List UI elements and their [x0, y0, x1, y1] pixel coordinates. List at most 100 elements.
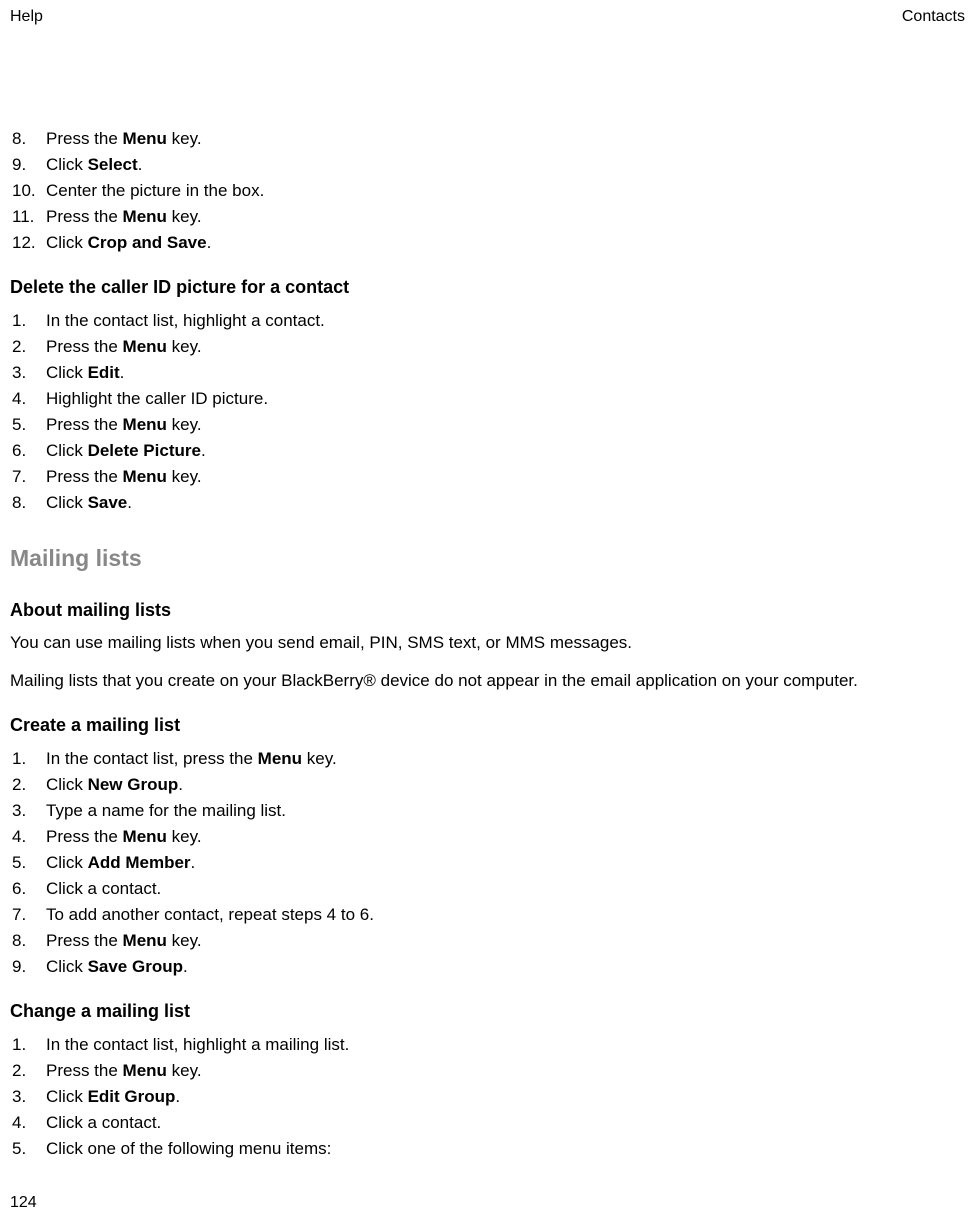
list-item-text: Press the Menu key.: [38, 412, 202, 437]
list-item-text-bold: Menu: [123, 207, 167, 226]
heading-create-mailing-list: Create a mailing list: [10, 715, 965, 736]
page-header: Help Contacts: [0, 0, 975, 26]
heading-change-mailing-list: Change a mailing list: [10, 1001, 965, 1022]
list-item-text: Center the picture in the box.: [38, 178, 264, 203]
list-item-text-post: .: [175, 1087, 180, 1106]
list-item-text: Click Delete Picture.: [38, 438, 206, 463]
list-item-text-pre: Press the: [46, 337, 123, 356]
list-item-text: Click Add Member.: [38, 850, 195, 875]
list-item-text-pre: Click: [46, 957, 88, 976]
list-item-text-pre: Click one of the following menu items:: [46, 1139, 331, 1158]
list-item-text: Click Save.: [38, 490, 132, 515]
list-item-number: 3.: [10, 1084, 38, 1109]
list-item-text-pre: Highlight the caller ID picture.: [46, 389, 268, 408]
list-item-text: To add another contact, repeat steps 4 t…: [38, 902, 374, 927]
list-item-number: 1.: [10, 308, 38, 333]
heading-mailing-lists: Mailing lists: [10, 545, 965, 572]
list-item-text-bold: Menu: [123, 415, 167, 434]
list-item-text-pre: Press the: [46, 415, 123, 434]
list-item: 8.Press the Menu key.: [10, 928, 965, 953]
list-item: 5.Click Add Member.: [10, 850, 965, 875]
list-item-text-bold: Delete Picture: [88, 441, 201, 460]
list-item-text-pre: In the contact list, press the: [46, 749, 258, 768]
list-item-text: Press the Menu key.: [38, 334, 202, 359]
list-item-number: 2.: [10, 772, 38, 797]
list-item-number: 8.: [10, 928, 38, 953]
list-item-number: 8.: [10, 126, 38, 151]
list-item-number: 8.: [10, 490, 38, 515]
list-item-text: Click New Group.: [38, 772, 183, 797]
list-item: 4. Click a contact.: [10, 1110, 965, 1135]
list-item-number: 3.: [10, 360, 38, 385]
list-item: 3.Click Edit.: [10, 360, 965, 385]
list-item: 10. Center the picture in the box.: [10, 178, 965, 203]
list-item-text-bold: Edit Group: [88, 1087, 176, 1106]
paragraph-1: You can use mailing lists when you send …: [10, 631, 965, 655]
list-item-text-pre: Press the: [46, 207, 123, 226]
list-item-number: 10.: [10, 178, 38, 203]
list-item-number: 12.: [10, 230, 38, 255]
list-item-text-pre: Press the: [46, 1061, 123, 1080]
list-item-text: Click a contact.: [38, 876, 161, 901]
list-item-number: 9.: [10, 152, 38, 177]
list-item: 1. In the contact list, highlight a conta…: [10, 308, 965, 333]
list-item-text-pre: Click: [46, 853, 88, 872]
list-item-number: 3.: [10, 798, 38, 823]
numbered-list-3: 1.In the contact list, press the Menu ke…: [10, 746, 965, 979]
numbered-list-2: 1. In the contact list, highlight a conta…: [10, 308, 965, 515]
list-item-text-bold: Menu: [258, 749, 302, 768]
list-item: 8.Click Save.: [10, 490, 965, 515]
list-item-text-post: .: [201, 441, 206, 460]
heading-about-mailing-lists: About mailing lists: [10, 600, 965, 621]
list-item-text-pre: Center the picture in the box.: [46, 181, 264, 200]
list-item-number: 5.: [10, 1136, 38, 1161]
list-item-text-bold: Crop and Save: [88, 233, 207, 252]
list-item-text-pre: Click a contact.: [46, 1113, 161, 1132]
list-item-text-post: .: [178, 775, 183, 794]
header-right: Contacts: [902, 8, 965, 26]
list-item-text: Click a contact.: [38, 1110, 161, 1135]
list-item-number: 11.: [10, 204, 38, 229]
list-item-text-pre: Press the: [46, 129, 123, 148]
list-item-text-post: key.: [167, 129, 202, 148]
list-item-text-pre: Press the: [46, 827, 123, 846]
list-item-number: 9.: [10, 954, 38, 979]
list-item-text-bold: Menu: [123, 129, 167, 148]
list-item-text-pre: Press the: [46, 931, 123, 950]
list-item-text-pre: Type a name for the mailing list.: [46, 801, 286, 820]
page-content: 8.Press the Menu key.9.Click Select.10.C…: [0, 26, 975, 1161]
list-item-text-pre: Click a contact.: [46, 879, 161, 898]
list-item: 2.Press the Menu key.: [10, 1058, 965, 1083]
list-item-text: Click one of the following menu items:: [38, 1136, 331, 1161]
list-item-text: Click Edit.: [38, 360, 124, 385]
list-item-text: In the contact list, highlight a mailing…: [38, 1032, 349, 1057]
list-item: 2.Click New Group.: [10, 772, 965, 797]
list-item: 9.Click Save Group.: [10, 954, 965, 979]
paragraph-2: Mailing lists that you create on your Bl…: [10, 669, 965, 693]
list-item-number: 4.: [10, 1110, 38, 1135]
list-item: 3. Type a name for the mailing list.: [10, 798, 965, 823]
list-item-text-bold: Menu: [123, 827, 167, 846]
list-item-text: Press the Menu key.: [38, 204, 202, 229]
list-item-text-post: key.: [302, 749, 337, 768]
list-item-text-bold: Menu: [123, 467, 167, 486]
list-item-text: In the contact list, highlight a contact…: [38, 308, 325, 333]
list-item-number: 4.: [10, 386, 38, 411]
header-left: Help: [10, 8, 43, 26]
list-item: 1.In the contact list, highlight a maili…: [10, 1032, 965, 1057]
list-item-text: In the contact list, press the Menu key.: [38, 746, 337, 771]
list-item-number: 5.: [10, 412, 38, 437]
list-item-text: Press the Menu key.: [38, 464, 202, 489]
list-item: 7.Press the Menu key.: [10, 464, 965, 489]
list-item-text-bold: New Group: [88, 775, 179, 794]
list-item-number: 1.: [10, 1032, 38, 1057]
list-item-text-pre: To add another contact, repeat steps 4 t…: [46, 905, 374, 924]
list-item-number: 1.: [10, 746, 38, 771]
list-item-text-post: .: [191, 853, 196, 872]
list-item-text: Click Crop and Save.: [38, 230, 211, 255]
list-item-text-post: key.: [167, 337, 202, 356]
list-item-text-pre: Click: [46, 233, 88, 252]
list-item-text-post: .: [120, 363, 125, 382]
list-item-text-post: .: [183, 957, 188, 976]
list-item-text-pre: In the contact list, highlight a contact…: [46, 311, 325, 330]
